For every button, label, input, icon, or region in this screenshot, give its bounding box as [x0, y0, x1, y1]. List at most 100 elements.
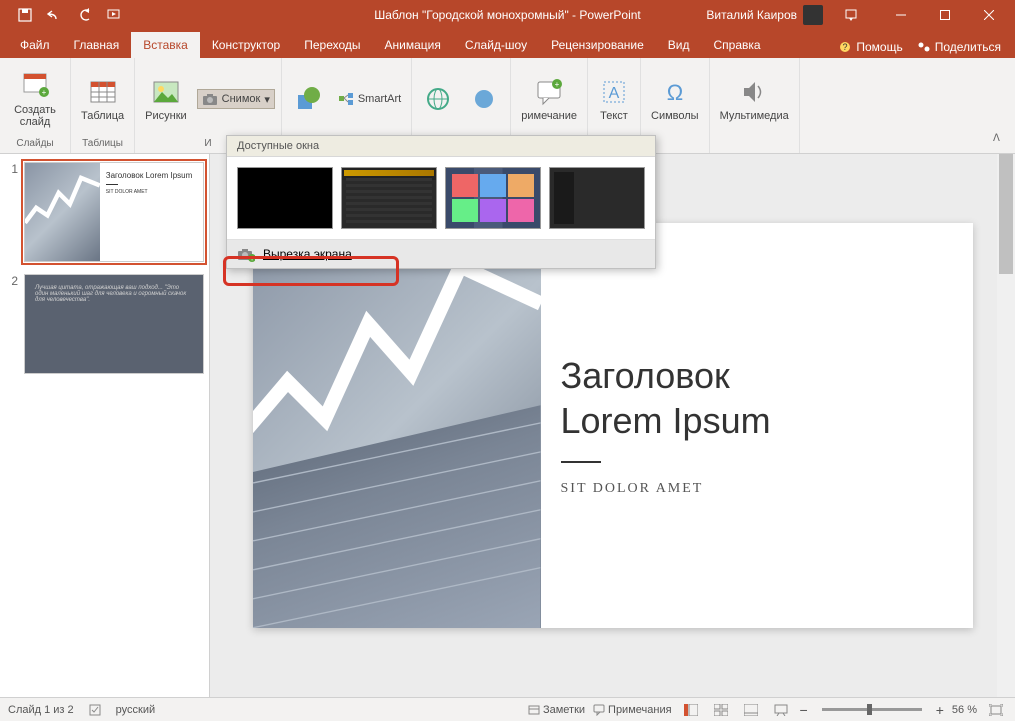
close-button[interactable]: [967, 0, 1011, 30]
tab-design[interactable]: Конструктор: [200, 32, 292, 58]
undo-button[interactable]: [42, 2, 68, 28]
maximize-button[interactable]: [923, 0, 967, 30]
action-icon: [468, 83, 500, 115]
user-name[interactable]: Виталий Каиров: [706, 8, 797, 22]
camera-plus-icon: +: [237, 246, 255, 262]
thumbnail-preview[interactable]: Лучшая цитата, отражающая ваш подход... …: [24, 274, 204, 374]
picture-icon: [150, 76, 182, 108]
pictures-button[interactable]: Рисунки: [141, 74, 191, 124]
svg-text:Ω: Ω: [667, 80, 683, 105]
user-avatar[interactable]: [803, 5, 823, 25]
quick-access-toolbar: [0, 2, 128, 28]
zoom-slider-thumb[interactable]: [867, 704, 872, 715]
speaker-icon: [738, 76, 770, 108]
tab-file[interactable]: Файл: [8, 32, 62, 58]
collapse-ribbon-button[interactable]: ᐱ: [993, 133, 1009, 149]
scrollbar-thumb[interactable]: [999, 154, 1013, 274]
available-windows: [227, 157, 655, 239]
window-thumb[interactable]: [549, 167, 645, 229]
shapes-button[interactable]: [288, 81, 328, 117]
normal-view-button[interactable]: [680, 701, 702, 719]
language-button[interactable]: русский: [116, 704, 155, 716]
reading-view-button[interactable]: [740, 701, 762, 719]
tab-insert[interactable]: Вставка: [131, 32, 200, 58]
slide-title[interactable]: ЗаголовокLorem Ipsum: [561, 354, 953, 442]
slide-text-area[interactable]: ЗаголовокLorem Ipsum SIT DOLOR AMET: [541, 223, 973, 628]
user-area: Виталий Каиров: [706, 0, 1015, 30]
spell-check-icon[interactable]: [88, 703, 102, 717]
group-tables: Таблица Таблицы: [71, 58, 135, 153]
tab-slideshow[interactable]: Слайд-шоу: [453, 32, 539, 58]
tab-help[interactable]: Справка: [701, 32, 772, 58]
tell-me-button[interactable]: ?Помощь: [838, 40, 902, 54]
tab-home[interactable]: Главная: [62, 32, 132, 58]
start-from-beginning-button[interactable]: [102, 2, 128, 28]
redo-button[interactable]: [72, 2, 98, 28]
window-thumb[interactable]: [237, 167, 333, 229]
smartart-icon: [338, 92, 354, 106]
window-thumb[interactable]: [341, 167, 437, 229]
slide-thumbnail[interactable]: 1 Заголовок Lorem IpsumSIT DOLOR AMET: [4, 162, 205, 262]
text-button[interactable]: A Текст: [594, 74, 634, 124]
group-media: Мультимедиа: [710, 58, 800, 153]
new-slide-button[interactable]: + Создать слайд: [6, 68, 64, 130]
zoom-slider[interactable]: [822, 708, 922, 711]
comment-button[interactable]: + римечание: [517, 74, 581, 124]
slide[interactable]: ЗаголовокLorem Ipsum SIT DOLOR AMET: [253, 223, 973, 628]
thumbnail-preview[interactable]: Заголовок Lorem IpsumSIT DOLOR AMET: [24, 162, 204, 262]
window-thumb[interactable]: [445, 167, 541, 229]
minimize-button[interactable]: [879, 0, 923, 30]
svg-text:?: ?: [843, 42, 848, 52]
screenshot-dropdown: Доступные окна + Вырезка экрана: [226, 135, 656, 269]
titlebar: Шаблон "Городской монохромный" - PowerPo…: [0, 0, 1015, 30]
fit-to-window-button[interactable]: [985, 701, 1007, 719]
action-button[interactable]: [464, 81, 504, 117]
link-icon: [422, 83, 454, 115]
statusbar: Слайд 1 из 2 русский Заметки Примечания …: [0, 697, 1015, 721]
svg-text:+: +: [555, 80, 560, 89]
media-button[interactable]: Мультимедиа: [716, 74, 793, 124]
omega-icon: Ω: [659, 76, 691, 108]
share-button[interactable]: Поделиться: [917, 40, 1001, 54]
zoom-out-button[interactable]: −: [800, 702, 808, 718]
symbols-button[interactable]: Ω Символы: [647, 74, 703, 124]
comments-button[interactable]: Примечания: [593, 704, 672, 716]
slide-image[interactable]: [253, 223, 541, 628]
tab-view[interactable]: Вид: [656, 32, 702, 58]
slide-thumbnail[interactable]: 2 Лучшая цитата, отражающая ваш подход..…: [4, 274, 205, 374]
notes-button[interactable]: Заметки: [528, 704, 585, 716]
slide-counter[interactable]: Слайд 1 из 2: [8, 704, 74, 716]
slide-thumbnail-panel[interactable]: 1 Заголовок Lorem IpsumSIT DOLOR AMET 2 …: [0, 154, 210, 697]
dropdown-header: Доступные окна: [227, 136, 655, 157]
table-button[interactable]: Таблица: [77, 74, 128, 124]
save-button[interactable]: [12, 2, 38, 28]
ribbon-display-options-button[interactable]: [829, 0, 873, 30]
shapes-icon: [292, 83, 324, 115]
link-button[interactable]: [418, 81, 458, 117]
slide-sorter-button[interactable]: [710, 701, 732, 719]
chevron-down-icon: ▾: [264, 93, 270, 106]
window-controls: [879, 0, 1011, 30]
svg-text:+: +: [42, 88, 47, 97]
smartart-button[interactable]: SmartArt: [334, 90, 405, 108]
tab-transitions[interactable]: Переходы: [292, 32, 372, 58]
text-icon: A: [598, 76, 630, 108]
screenshot-button[interactable]: Снимок ▾: [197, 89, 275, 109]
slide-subtitle[interactable]: SIT DOLOR AMET: [561, 481, 953, 497]
slideshow-view-button[interactable]: [770, 701, 792, 719]
ribbon-tabs: Файл Главная Вставка Конструктор Переход…: [0, 30, 1015, 58]
tab-review[interactable]: Рецензирование: [539, 32, 656, 58]
svg-text:+: +: [250, 256, 254, 262]
divider: [561, 461, 601, 463]
zoom-level[interactable]: 56 %: [952, 704, 977, 716]
window-title: Шаблон "Городской монохромный" - PowerPo…: [374, 8, 641, 22]
screen-clipping-button[interactable]: + Вырезка экрана: [227, 239, 655, 268]
camera-icon: [202, 92, 218, 106]
zoom-in-button[interactable]: +: [936, 702, 944, 718]
svg-text:A: A: [609, 85, 620, 102]
vertical-scrollbar[interactable]: [997, 154, 1015, 697]
ribbon-right-area: ?Помощь Поделиться: [838, 40, 1015, 58]
group-slides: + Создать слайд Слайды: [0, 58, 71, 153]
tab-animations[interactable]: Анимация: [373, 32, 453, 58]
new-slide-icon: +: [19, 70, 51, 102]
